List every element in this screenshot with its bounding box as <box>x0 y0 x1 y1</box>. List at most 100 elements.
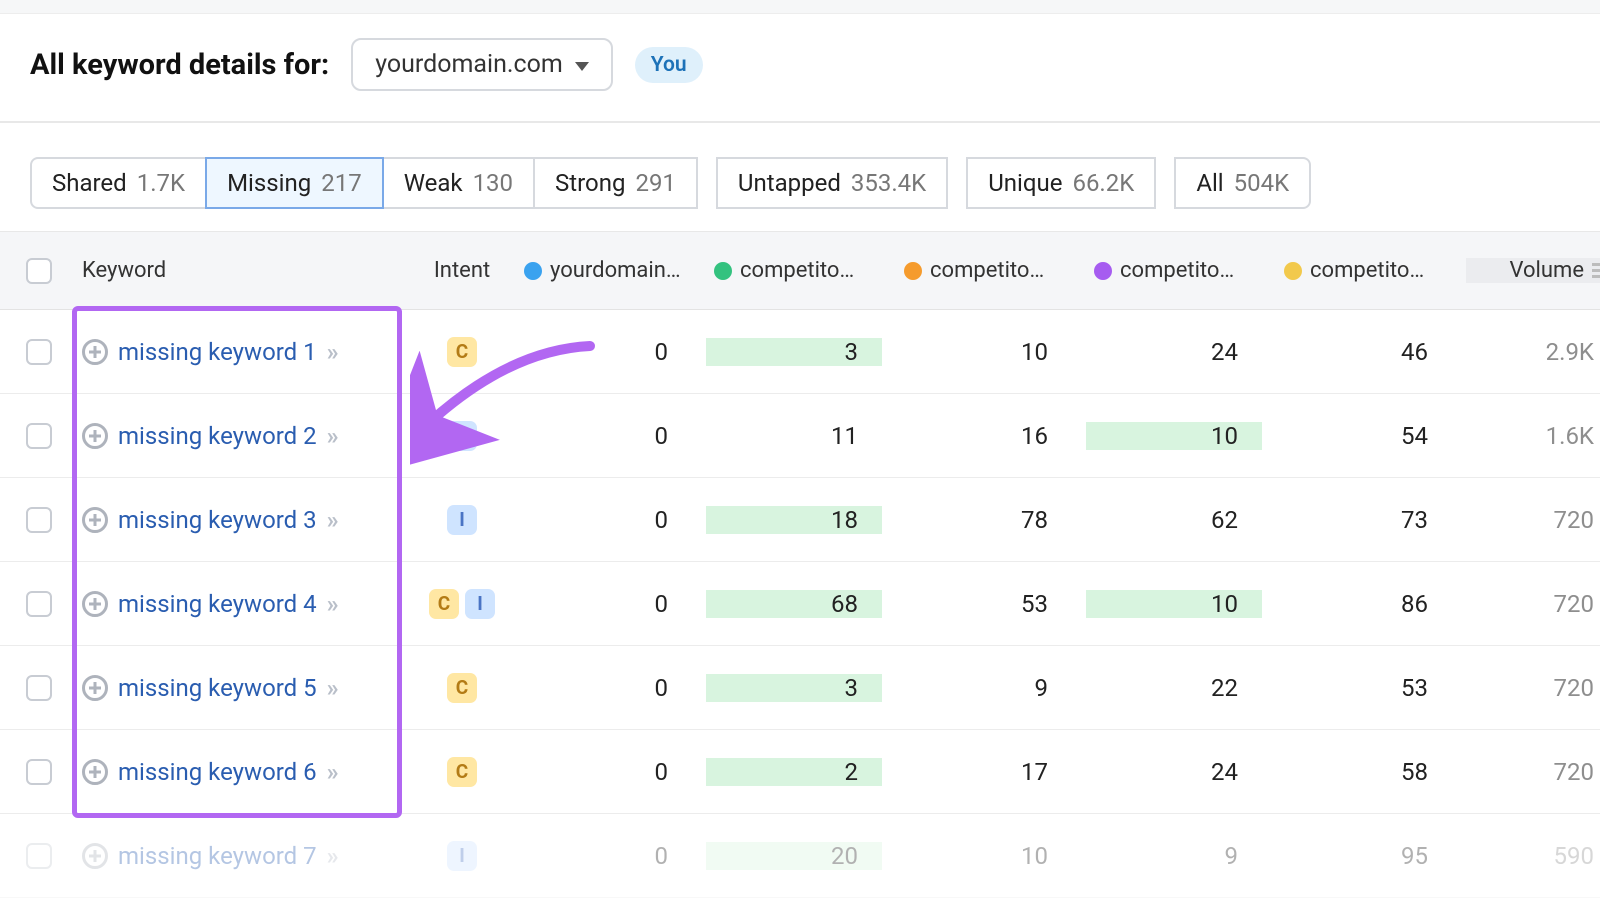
filter-tabs: Shared1.7KMissing217Weak130Strong291 Unta… <box>0 123 1600 231</box>
filter-label: Untapped <box>738 169 841 197</box>
domain-selector-value: yourdomain.com <box>375 50 563 79</box>
filter-tab-missing[interactable]: Missing217 <box>205 157 384 209</box>
plus-circle-icon[interactable] <box>82 759 108 785</box>
rank-cell: 0 <box>516 338 706 366</box>
header-strip: All keyword details for: yourdomain.com … <box>0 14 1600 123</box>
rank-cell: 2 <box>706 758 896 786</box>
intent-badge-i: I <box>465 589 495 619</box>
plus-circle-icon[interactable] <box>82 591 108 617</box>
plus-circle-icon[interactable] <box>82 423 108 449</box>
keyword-link[interactable]: missing keyword 4 <box>118 590 317 618</box>
filter-count: 291 <box>635 169 675 197</box>
table-row: missing keyword 7»I02010995590 <box>0 814 1600 898</box>
filter-label: Unique <box>988 169 1062 197</box>
row-checkbox[interactable] <box>26 591 52 617</box>
col-keyword[interactable]: Keyword <box>78 258 408 283</box>
row-checkbox[interactable] <box>26 507 52 533</box>
plus-circle-icon[interactable] <box>82 507 108 533</box>
dot-icon <box>1094 262 1112 280</box>
rank-cell: 54 <box>1276 422 1466 450</box>
filter-tab-unique[interactable]: Unique 66.2K <box>966 157 1156 209</box>
row-checkbox[interactable] <box>26 843 52 869</box>
keyword-link[interactable]: missing keyword 6 <box>118 758 317 786</box>
rank-cell: 86 <box>1276 590 1466 618</box>
keyword-link[interactable]: missing keyword 1 <box>118 338 317 366</box>
plus-circle-icon[interactable] <box>82 339 108 365</box>
col-domain-0[interactable]: yourdomain… <box>516 258 706 283</box>
table-row: missing keyword 5»C0392253720 <box>0 646 1600 730</box>
rank-cell: 0 <box>516 842 706 870</box>
dot-icon <box>904 262 922 280</box>
rank-cell: 0 <box>516 674 706 702</box>
row-checkbox[interactable] <box>26 675 52 701</box>
domain-selector[interactable]: yourdomain.com <box>351 38 613 91</box>
rank-cell: 20 <box>706 842 896 870</box>
dot-icon <box>1284 262 1302 280</box>
table-header: Keyword Intent yourdomain… competito… co… <box>0 232 1600 310</box>
intent-badge-c: C <box>447 337 477 367</box>
table-row: missing keyword 6»C02172458720 <box>0 730 1600 814</box>
filter-tab-untapped[interactable]: Untapped353.4K <box>716 157 948 209</box>
col-domain-2[interactable]: competito… <box>896 258 1086 283</box>
filter-count: 66.2K <box>1072 169 1134 197</box>
keyword-cell[interactable]: missing keyword 6 » <box>82 758 408 786</box>
rank-cell: 9 <box>896 674 1086 702</box>
row-checkbox[interactable] <box>26 339 52 365</box>
intent-badge-i: I <box>447 841 477 871</box>
filter-tab-all[interactable]: All504K <box>1174 157 1311 209</box>
page-title: All keyword details for: <box>30 48 329 82</box>
double-chevron-icon[interactable]: » <box>327 506 335 534</box>
rank-cell: 95 <box>1276 842 1466 870</box>
keyword-cell[interactable]: missing keyword 7 » <box>82 842 408 870</box>
rank-cell: 73 <box>1276 506 1466 534</box>
rank-cell: 17 <box>896 758 1086 786</box>
filter-tab-strong[interactable]: Strong291 <box>533 157 698 209</box>
rank-cell: 58 <box>1276 758 1466 786</box>
keyword-cell[interactable]: missing keyword 2 » <box>82 422 408 450</box>
double-chevron-icon[interactable]: » <box>327 758 335 786</box>
rank-cell: 10 <box>896 338 1086 366</box>
volume-cell: 720 <box>1466 758 1600 786</box>
dot-icon <box>524 262 542 280</box>
rank-cell: 3 <box>706 674 896 702</box>
chevron-down-icon <box>575 62 589 71</box>
table-row: missing keyword 4»CI068531086720 <box>0 562 1600 646</box>
keyword-link[interactable]: missing keyword 7 <box>118 842 317 870</box>
sort-desc-icon <box>1592 263 1600 278</box>
intent-badge-i: I <box>447 421 477 451</box>
rank-cell: 78 <box>896 506 1086 534</box>
filter-tab-weak[interactable]: Weak130 <box>382 157 535 209</box>
keyword-cell[interactable]: missing keyword 5 » <box>82 674 408 702</box>
row-checkbox[interactable] <box>26 759 52 785</box>
double-chevron-icon[interactable]: » <box>327 422 335 450</box>
keyword-link[interactable]: missing keyword 5 <box>118 674 317 702</box>
col-domain-3[interactable]: competito… <box>1086 258 1276 283</box>
keyword-cell[interactable]: missing keyword 3 » <box>82 506 408 534</box>
rank-cell: 18 <box>706 506 896 534</box>
col-domain-4[interactable]: competito… <box>1276 258 1466 283</box>
plus-circle-icon[interactable] <box>82 843 108 869</box>
volume-cell: 2.9K <box>1466 338 1600 366</box>
double-chevron-icon[interactable]: » <box>327 590 335 618</box>
plus-circle-icon[interactable] <box>82 675 108 701</box>
rank-cell: 10 <box>896 842 1086 870</box>
keyword-cell[interactable]: missing keyword 4 » <box>82 590 408 618</box>
rank-cell: 24 <box>1086 338 1276 366</box>
select-all-checkbox[interactable] <box>26 258 52 284</box>
double-chevron-icon[interactable]: » <box>327 338 335 366</box>
volume-cell: 1.6K <box>1466 422 1600 450</box>
col-domain-1[interactable]: competito… <box>706 258 896 283</box>
col-volume[interactable]: Volume <box>1466 258 1600 283</box>
row-checkbox[interactable] <box>26 423 52 449</box>
keyword-link[interactable]: missing keyword 2 <box>118 422 317 450</box>
col-intent[interactable]: Intent <box>408 258 516 283</box>
intent-badge-c: C <box>429 589 459 619</box>
volume-cell: 720 <box>1466 590 1600 618</box>
rank-cell: 46 <box>1276 338 1466 366</box>
double-chevron-icon[interactable]: » <box>327 674 335 702</box>
filter-count: 1.7K <box>137 169 185 197</box>
keyword-cell[interactable]: missing keyword 1 » <box>82 338 408 366</box>
filter-tab-shared[interactable]: Shared1.7K <box>30 157 207 209</box>
double-chevron-icon[interactable]: » <box>327 842 335 870</box>
keyword-link[interactable]: missing keyword 3 <box>118 506 317 534</box>
